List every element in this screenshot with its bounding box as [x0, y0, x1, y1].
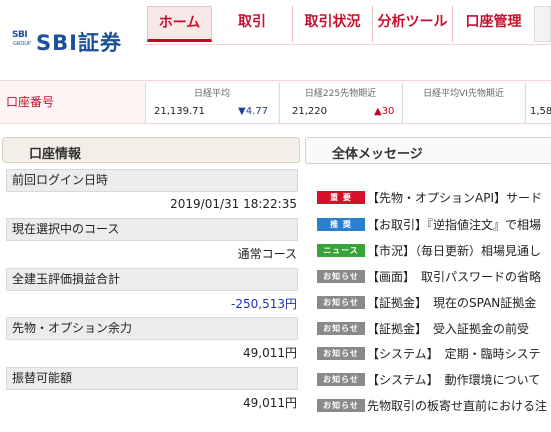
- total-pl-label: 全建玉評価損益合計: [6, 268, 298, 291]
- market-next-partial[interactable]: 1,58: [525, 83, 551, 123]
- market-name: 日経平均VI先物期近: [423, 89, 504, 99]
- message-link[interactable]: 【システム】 動作環境について: [367, 372, 540, 388]
- sbi-mark-text: SBI: [12, 30, 28, 40]
- tab-trade[interactable]: 取引: [212, 6, 292, 42]
- badge-recommended: 推 奨: [317, 218, 365, 231]
- account-info-title: 口座情報: [29, 147, 82, 162]
- message-item[interactable]: ニュース 【市況】（毎日更新）相場見通し: [317, 243, 551, 259]
- message-link[interactable]: 【画面】 取引パスワードの省略: [367, 269, 541, 285]
- badge-notice: お知らせ: [317, 296, 365, 309]
- market-name: 日経225先物期近: [304, 89, 377, 99]
- badge-important: 重 要: [317, 191, 365, 204]
- market-nikkei-vi-futures[interactable]: 日経平均VI先物期近: [402, 83, 524, 123]
- last-login-label: 前回ログイン日時: [6, 169, 298, 192]
- total-pl-value: -250,513円: [231, 297, 297, 311]
- tab-analysis-tools[interactable]: 分析ツール: [372, 6, 452, 42]
- tab-trade-label: 取引: [238, 14, 266, 30]
- tab-account-management[interactable]: 口座管理: [452, 6, 534, 42]
- brand-name: SBI証券: [36, 31, 122, 55]
- sbi-group-mark-icon: SBI GROUP: [10, 30, 34, 48]
- message-link[interactable]: 【証拠金】 受入証拠金の前受: [367, 321, 529, 337]
- last-login-value: 2019/01/31 18:22:35: [170, 197, 297, 211]
- sbi-logo[interactable]: SBI GROUP SBI証券: [0, 0, 145, 80]
- message-link[interactable]: 【システム】 定期・臨時システ: [367, 346, 541, 362]
- message-link[interactable]: 【先物・オプションAPI】サード: [367, 190, 542, 206]
- market-nikkei225-futures[interactable]: 日経225先物期近 21,220 ▲30: [279, 83, 401, 123]
- global-messages-header: 全体メッセージ: [305, 137, 551, 164]
- account-info-header: 口座情報: [2, 137, 300, 163]
- futures-options-margin-label: 先物・オプション余力: [6, 317, 298, 340]
- transferable-amount-label: 振替可能額: [6, 367, 298, 390]
- tab-account-management-label: 口座管理: [465, 14, 522, 30]
- tab-trade-status[interactable]: 取引状況: [292, 6, 372, 42]
- message-link[interactable]: 【証拠金】 現在のSPAN証拠金: [367, 295, 536, 311]
- tab-analysis-tools-label: 分析ツール: [377, 14, 448, 30]
- market-name: 日経平均: [193, 89, 230, 99]
- tab-divider: [452, 13, 453, 33]
- tab-overflow[interactable]: [534, 6, 551, 42]
- account-number-label: 口座番号: [6, 95, 55, 109]
- futures-options-margin-value: 49,011円: [243, 346, 297, 360]
- badge-notice: お知らせ: [317, 270, 365, 283]
- tab-home[interactable]: ホーム: [147, 6, 212, 42]
- market-change-down: ▼4.77: [238, 106, 268, 117]
- market-ticker-row: 口座番号 日経平均 21,139.71 ▼4.77 日経225先物期近 21,2…: [0, 80, 551, 124]
- sub-nav-bar: [145, 44, 551, 80]
- message-item[interactable]: お知らせ 【証拠金】 受入証拠金の前受: [317, 321, 551, 337]
- message-link[interactable]: 【市況】（毎日更新）相場見通し: [367, 243, 541, 259]
- market-nikkei-avg[interactable]: 日経平均 21,139.71 ▼4.77: [145, 83, 278, 123]
- transferable-amount-value: 49,011円: [243, 396, 297, 410]
- badge-notice: お知らせ: [317, 373, 365, 386]
- tab-divider: [292, 13, 293, 33]
- message-item[interactable]: お知らせ 【証拠金】 現在のSPAN証拠金: [317, 295, 551, 311]
- market-value: 21,220: [292, 106, 327, 117]
- global-messages-panel: 全体メッセージ 重 要 【先物・オプションAPI】サード 推 奨 【お取引】『逆…: [303, 133, 551, 432]
- message-item[interactable]: 推 奨 【お取引】『逆指値注文』で相場: [317, 217, 551, 233]
- current-course-label: 現在選択中のコース: [6, 218, 298, 241]
- tab-divider: [372, 13, 373, 33]
- message-item[interactable]: 重 要 【先物・オプションAPI】サード: [317, 190, 551, 206]
- message-item[interactable]: お知らせ 【システム】 定期・臨時システ: [317, 346, 551, 362]
- tab-home-label: ホーム: [158, 15, 201, 31]
- global-messages-title: 全体メッセージ: [332, 147, 423, 162]
- group-mark-text: GROUP: [13, 41, 31, 47]
- market-value: 21,139.71: [154, 106, 205, 117]
- account-info-panel: 口座情報 前回ログイン日時 2019/01/31 18:22:35 現在選択中の…: [0, 133, 303, 432]
- market-change-up: ▲30: [374, 106, 395, 117]
- market-value: 1,58: [530, 106, 551, 117]
- message-item[interactable]: お知らせ 先物取引の板寄せ直前における注: [317, 398, 551, 414]
- main-nav: ホーム 取引 取引状況 分析ツール 口座管理: [145, 0, 551, 80]
- tab-trade-status-label: 取引状況: [304, 14, 361, 30]
- message-item[interactable]: お知らせ 【画面】 取引パスワードの省略: [317, 269, 551, 285]
- message-item[interactable]: お知らせ 【システム】 動作環境について: [317, 372, 551, 388]
- badge-notice: お知らせ: [317, 399, 365, 412]
- badge-notice: お知らせ: [317, 347, 365, 360]
- message-link[interactable]: 先物取引の板寄せ直前における注: [367, 398, 547, 414]
- badge-notice: お知らせ: [317, 322, 365, 335]
- message-link[interactable]: 【お取引】『逆指値注文』で相場: [367, 217, 541, 233]
- badge-news: ニュース: [317, 244, 365, 257]
- current-course-value: 通常コース: [237, 247, 297, 261]
